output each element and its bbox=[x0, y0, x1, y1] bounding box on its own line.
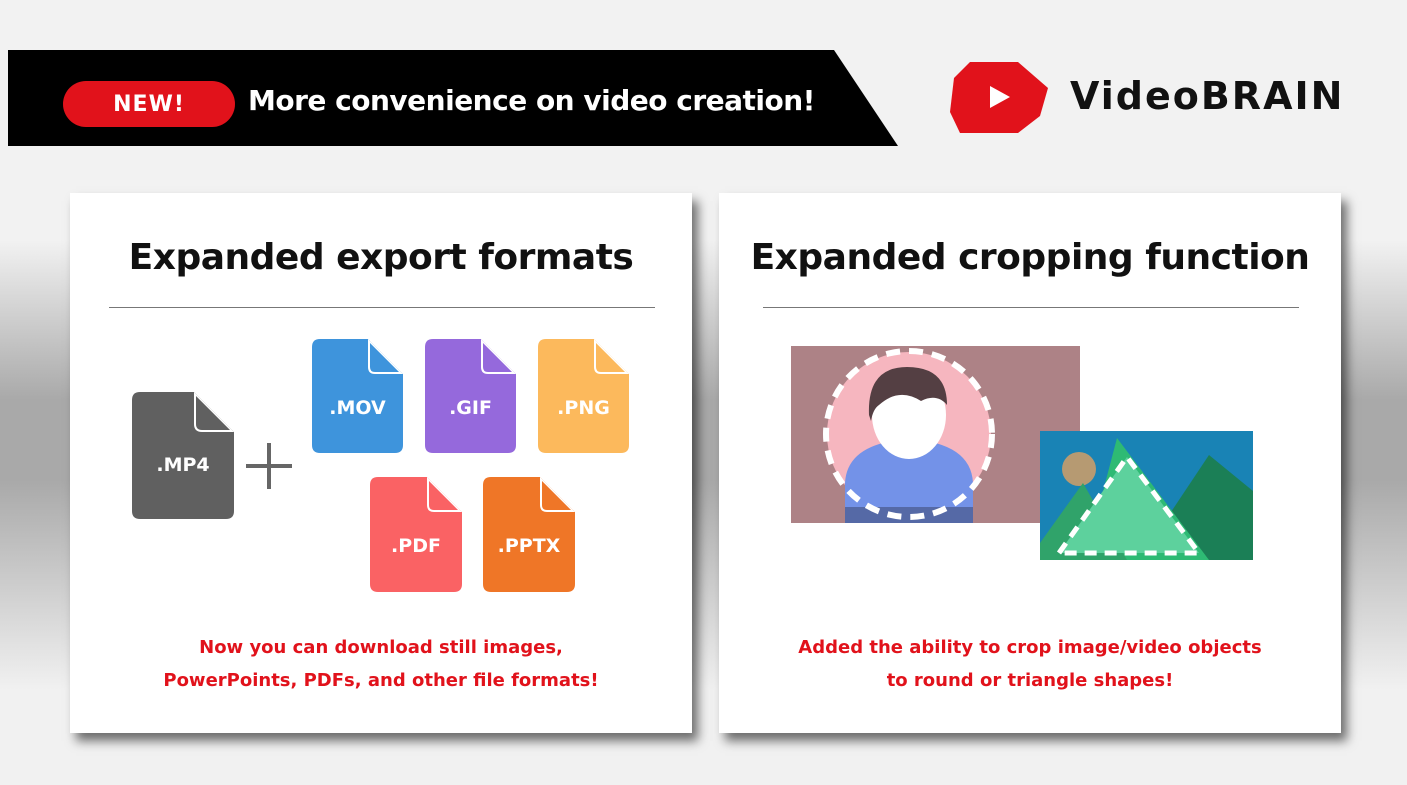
file-png-icon: .PNG bbox=[538, 339, 629, 453]
file-label: .PNG bbox=[557, 397, 610, 419]
export-card-title: Expanded export formats bbox=[128, 237, 634, 278]
new-badge: NEW! bbox=[63, 81, 235, 127]
file-label: .GIF bbox=[449, 397, 492, 419]
file-gif-icon: .GIF bbox=[425, 339, 516, 453]
caption-line: PowerPoints, PDFs, and other file format… bbox=[163, 670, 599, 691]
cropping-card: Expanded cropping function Added the abi… bbox=[719, 193, 1341, 733]
file-mov-icon: .MOV bbox=[312, 339, 403, 453]
brand-name: VideoBRAIN bbox=[1070, 74, 1345, 118]
export-card-caption: Now you can download still images, Power… bbox=[70, 631, 692, 697]
crop-card-title: Expanded cropping function bbox=[750, 237, 1310, 278]
file-label: .MOV bbox=[329, 397, 386, 419]
file-label: .MP4 bbox=[156, 454, 210, 476]
divider bbox=[763, 307, 1299, 308]
file-label: .PPTX bbox=[497, 535, 561, 557]
divider bbox=[109, 307, 655, 308]
announcement-banner: NEW! More convenience on video creation! bbox=[8, 50, 898, 146]
play-hexagon-logo-icon bbox=[950, 62, 1048, 133]
landscape-photo-icon bbox=[1040, 431, 1253, 560]
file-label: .PDF bbox=[391, 535, 441, 557]
file-mp4-icon: .MP4 bbox=[132, 392, 234, 519]
caption-line: to round or triangle shapes! bbox=[886, 670, 1174, 691]
file-pptx-icon: .PPTX bbox=[483, 477, 575, 592]
export-formats-card: Expanded export formats .MP4 .MOV .GIF .… bbox=[70, 193, 692, 733]
crop-illustration bbox=[791, 346, 1253, 560]
caption-line: Now you can download still images, bbox=[199, 637, 563, 658]
brand-logo: VideoBRAIN bbox=[948, 60, 1368, 135]
file-pdf-icon: .PDF bbox=[370, 477, 462, 592]
banner-headline: More convenience on video creation! bbox=[248, 84, 815, 117]
plus-icon bbox=[246, 443, 292, 489]
portrait-photo-icon bbox=[791, 346, 1080, 523]
caption-line: Added the ability to crop image/video ob… bbox=[798, 637, 1262, 658]
crop-card-caption: Added the ability to crop image/video ob… bbox=[719, 631, 1341, 697]
